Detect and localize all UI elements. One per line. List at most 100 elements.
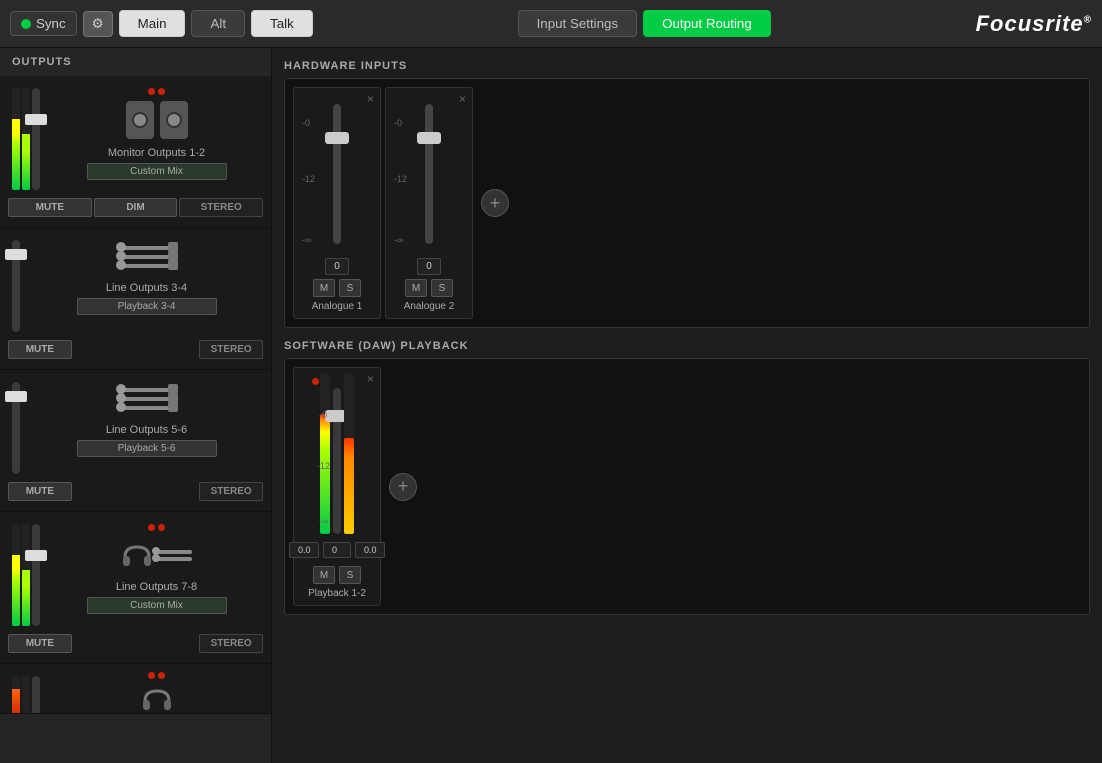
value-left-playback-1-2[interactable]: 0.0: [289, 542, 319, 558]
software-playback-container: × -0 -12: [284, 358, 1090, 615]
value-right-playback-1-2[interactable]: 0.0: [355, 542, 385, 558]
tab-main-label: Main: [138, 16, 167, 31]
output-name-line-3-4: Line Outputs 3-4: [106, 282, 187, 294]
add-software-playback-button[interactable]: +: [389, 473, 417, 501]
s-btn-analogue-1[interactable]: S: [339, 279, 361, 297]
ms-btns-analogue-1: M S: [313, 279, 361, 297]
tab-talk[interactable]: Talk: [251, 10, 313, 37]
fader-thumb-analogue-1[interactable]: [325, 132, 349, 144]
right-panel: HARDWARE INPUTS × -0 -12 -∞ 0 M S: [272, 48, 1102, 763]
tab-main[interactable]: Main: [119, 10, 186, 37]
sync-button[interactable]: Sync: [10, 11, 77, 36]
stereo-btn-line-5-6[interactable]: STEREO: [199, 482, 263, 501]
mute-btn-monitor[interactable]: MUTE: [8, 198, 92, 217]
level-indicators-7-8: [148, 524, 165, 531]
clip-left: [148, 88, 155, 95]
ms-btns-playback-1-2: M S: [313, 566, 361, 584]
channel-strip-playback-1-2: × -0 -12: [293, 367, 381, 606]
assign-line-5-6[interactable]: Playback 5-6: [77, 440, 217, 457]
tab-input-settings-label: Input Settings: [537, 16, 619, 31]
headphone-icon: [121, 541, 153, 569]
mute-btn-line-3-4[interactable]: MUTE: [8, 340, 72, 359]
m-btn-analogue-2[interactable]: M: [405, 279, 427, 297]
output-card-line-7-8: Line Outputs 7-8 Custom Mix MUTE STEREO: [0, 512, 271, 664]
strip-name-analogue-2: Analogue 2: [404, 301, 455, 312]
fader-thumb-analogue-2[interactable]: [417, 132, 441, 144]
output-name-line-7-8: Line Outputs 7-8: [116, 581, 197, 593]
fader-area-analogue-1: -0 -12 -∞: [300, 94, 374, 254]
tab-input-settings[interactable]: Input Settings: [518, 10, 638, 37]
sync-label: Sync: [36, 16, 66, 31]
output-controls-monitor: MUTE DIM STEREO: [8, 194, 263, 219]
value-row-playback-1-2: 0.0 0 0.0: [289, 538, 385, 562]
add-hardware-input-button[interactable]: +: [481, 189, 509, 217]
topbar: Sync ⚙ Main Alt Talk Input Settings Outp…: [0, 0, 1102, 48]
output-name-monitor-1-2: Monitor Outputs 1-2: [108, 147, 205, 159]
line-connector-icon: [122, 240, 172, 274]
strip-name-analogue-1: Analogue 1: [312, 301, 363, 312]
db-label-0-analogue-1: -0: [302, 118, 310, 128]
value-box-analogue-1[interactable]: 0: [325, 258, 349, 275]
fader-playback-1-2[interactable]: -0 -12 -∞: [333, 388, 341, 534]
value-box-analogue-2[interactable]: 0: [417, 258, 441, 275]
fader-track-analogue-1[interactable]: [333, 104, 341, 244]
gear-button[interactable]: ⚙: [83, 11, 113, 37]
output-name-line-5-6: Line Outputs 5-6: [106, 424, 187, 436]
m-btn-playback-1-2[interactable]: M: [313, 566, 335, 584]
gear-icon: ⚙: [92, 16, 104, 31]
outputs-header: OUTPUTS: [0, 48, 271, 76]
strip-name-playback-1-2: Playback 1-2: [308, 588, 366, 599]
clip-right-7-8: [158, 524, 165, 531]
hardware-inputs-container: × -0 -12 -∞ 0 M S Analogue 1 ×: [284, 78, 1090, 328]
level-indicators-partial: [148, 672, 165, 679]
output-controls-line-3-4: MUTE STEREO: [8, 336, 263, 361]
output-controls-line-7-8: MUTE STEREO: [8, 630, 263, 655]
sync-indicator: [21, 19, 31, 29]
output-card-monitor-1-2: Monitor Outputs 1-2 Custom Mix MUTE DIM …: [0, 76, 271, 228]
main-content: OUTPUTS: [0, 48, 1102, 763]
hardware-inputs-header: HARDWARE INPUTS: [284, 60, 1090, 72]
dim-btn-monitor[interactable]: DIM: [94, 198, 178, 217]
line-connector-icon-5-6: [122, 382, 172, 416]
clip-left-7-8: [148, 524, 155, 531]
channel-strip-analogue-2: × -0 -12 -∞ 0 M S Analogue 2: [385, 87, 473, 319]
value-center-playback-1-2[interactable]: 0: [323, 542, 351, 558]
fader-track-analogue-2[interactable]: [425, 104, 433, 244]
tab-output-routing-label: Output Routing: [662, 16, 752, 31]
partial-headphone-icon: [141, 685, 173, 713]
output-card-line-3-4: Line Outputs 3-4 Playback 3-4 MUTE STERE…: [0, 228, 271, 370]
focusrite-logo: Focusrite®: [976, 11, 1092, 37]
meter-right-playback-1-2: [344, 374, 354, 534]
db-label-12-analogue-2: -12: [394, 174, 407, 184]
stereo-btn-line-7-8[interactable]: STEREO: [199, 634, 263, 653]
mute-btn-line-5-6[interactable]: MUTE: [8, 482, 72, 501]
channel-strip-analogue-1: × -0 -12 -∞ 0 M S Analogue 1: [293, 87, 381, 319]
db-label-0-analogue-2: -0: [394, 118, 402, 128]
stereo-btn-line-3-4[interactable]: STEREO: [199, 340, 263, 359]
s-btn-analogue-2[interactable]: S: [431, 279, 453, 297]
fader-area-analogue-2: -0 -12 -∞: [392, 94, 466, 254]
outputs-panel: OUTPUTS: [0, 48, 272, 763]
output-card-partial: [0, 664, 271, 714]
assign-line-7-8[interactable]: Custom Mix: [87, 597, 227, 614]
software-playback-header: SOFTWARE (DAW) PLAYBACK: [284, 340, 1090, 352]
tab-talk-label: Talk: [270, 16, 294, 31]
tab-output-routing[interactable]: Output Routing: [643, 10, 771, 37]
output-card-line-5-6: Line Outputs 5-6 Playback 5-6 MUTE STERE…: [0, 370, 271, 512]
s-btn-playback-1-2[interactable]: S: [339, 566, 361, 584]
level-indicators: [148, 88, 165, 95]
ms-btns-analogue-2: M S: [405, 279, 453, 297]
tab-alt[interactable]: Alt: [191, 10, 245, 37]
tab-alt-label: Alt: [210, 16, 226, 31]
mute-btn-line-7-8[interactable]: MUTE: [8, 634, 72, 653]
headphone-line-icon: [121, 537, 192, 573]
stereo-btn-monitor[interactable]: STEREO: [179, 198, 263, 217]
assign-monitor-1-2[interactable]: Custom Mix: [87, 163, 227, 180]
db-label-inf-analogue-1: -∞: [302, 235, 311, 245]
db-label-12-analogue-1: -12: [302, 174, 315, 184]
db-label-inf-analogue-2: -∞: [394, 235, 403, 245]
output-controls-line-5-6: MUTE STEREO: [8, 478, 263, 503]
clip-right: [158, 88, 165, 95]
assign-line-3-4[interactable]: Playback 3-4: [77, 298, 217, 315]
m-btn-analogue-1[interactable]: M: [313, 279, 335, 297]
